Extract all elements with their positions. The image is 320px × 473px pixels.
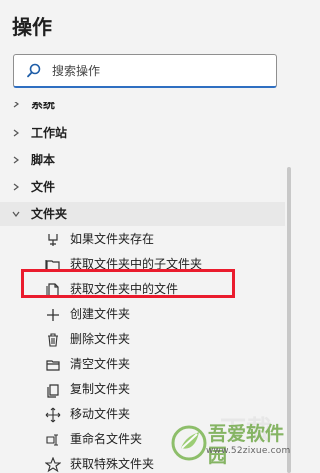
action-label: 创建文件夹 [70, 307, 131, 321]
action-get-subfolders[interactable]: 获取文件夹中的子文件夹 [0, 252, 285, 276]
action-empty-folder[interactable]: 清空文件夹 [0, 352, 285, 376]
action-label: 获取文件夹中的子文件夹 [70, 257, 203, 271]
search-box[interactable] [13, 54, 277, 88]
actions-panel: 操作 系统 工作站 脚本 文件 文件夹 [0, 0, 301, 473]
chevron-right-icon [13, 183, 19, 191]
copy-icon [47, 384, 59, 398]
action-label: 获取文件夹中的文件 [70, 282, 179, 296]
action-copy-folder[interactable]: 复制文件夹 [0, 377, 285, 401]
folders-icon [45, 260, 60, 271]
action-create-folder[interactable]: 创建文件夹 [0, 302, 285, 326]
action-label: 删除文件夹 [70, 332, 131, 346]
action-if-folder-exists[interactable]: 如果文件夹存在 [0, 227, 285, 251]
rename-icon [46, 434, 58, 446]
trash-icon [48, 333, 58, 347]
tree-category-scripts[interactable]: 脚本 [0, 148, 285, 172]
category-label: 文件 [31, 180, 56, 194]
tree-category-system[interactable]: 系统 [0, 102, 285, 116]
action-label: 如果文件夹存在 [70, 232, 155, 246]
action-get-files-in-folder[interactable]: 获取文件夹中的文件 [0, 277, 285, 301]
action-label: 复制文件夹 [70, 382, 131, 396]
action-move-folder[interactable]: 移动文件夹 [0, 402, 285, 426]
action-label: 获取特殊文件夹 [70, 457, 155, 471]
search-icon [27, 63, 41, 78]
tree-category-folders[interactable]: 文件夹 [0, 202, 285, 226]
action-get-special-folder[interactable]: 获取特殊文件夹 [0, 452, 285, 473]
action-label: 重命名文件夹 [70, 432, 143, 446]
plus-icon [47, 309, 59, 321]
tree-category-workstation[interactable]: 工作站 [0, 121, 285, 145]
folder-condition-icon [48, 234, 58, 246]
files-icon [46, 283, 59, 298]
category-label: 工作站 [31, 126, 68, 140]
chevron-right-icon [13, 102, 19, 108]
category-label: 文件夹 [31, 207, 68, 221]
chevron-right-icon [13, 129, 19, 137]
star-icon [45, 457, 61, 473]
category-label: 系统 [31, 102, 56, 111]
chevron-down-icon [12, 211, 20, 217]
scrollbar[interactable] [287, 167, 291, 473]
chevron-right-icon [13, 156, 19, 164]
category-label: 脚本 [31, 153, 56, 167]
search-input[interactable] [52, 60, 262, 82]
action-tree: 系统 工作站 脚本 文件 文件夹 如果文件夹存在 获取文件夹中的子文件夹 获取文… [0, 102, 285, 473]
action-delete-folder[interactable]: 删除文件夹 [0, 327, 285, 351]
tree-category-files[interactable]: 文件 [0, 175, 285, 199]
move-icon [45, 407, 61, 423]
empty-folder-icon [46, 360, 60, 371]
action-label: 清空文件夹 [70, 357, 131, 371]
panel-title: 操作 [12, 15, 52, 39]
action-rename-folder[interactable]: 重命名文件夹 [0, 427, 285, 451]
action-label: 移动文件夹 [70, 407, 131, 421]
